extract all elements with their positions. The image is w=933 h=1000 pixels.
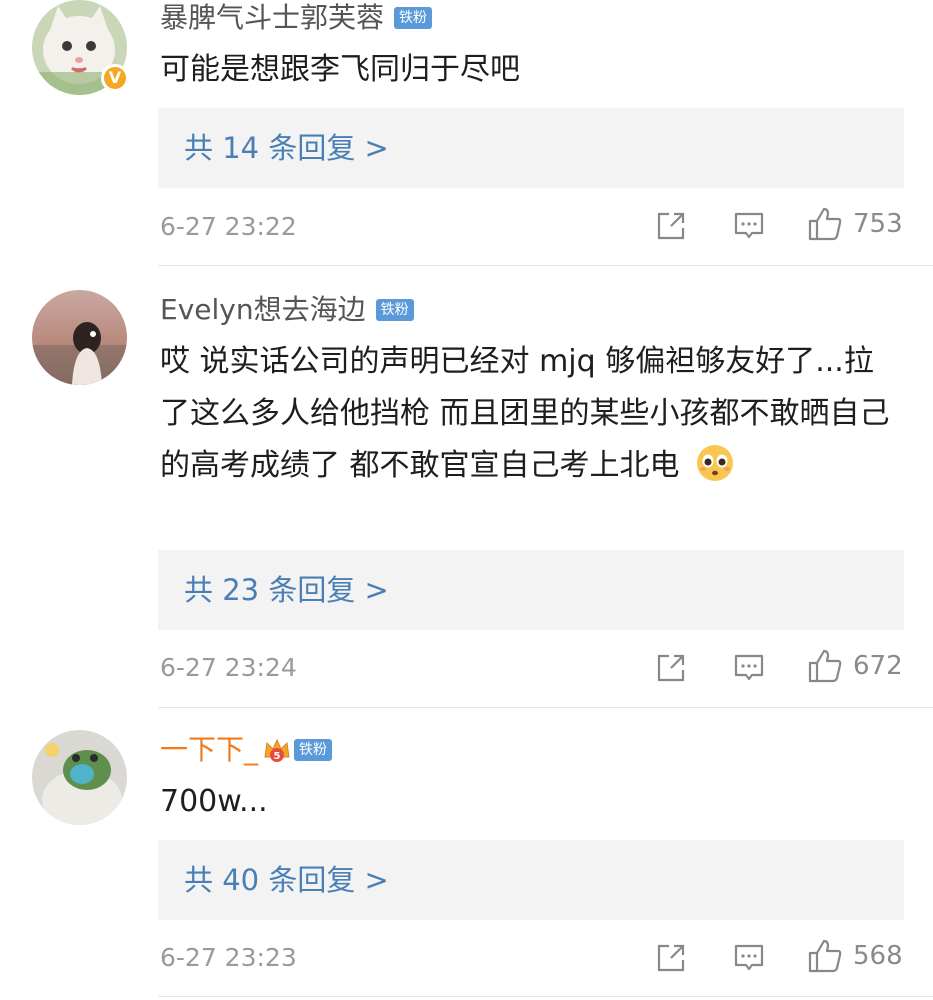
comment-time: 6-27 23:23: [160, 943, 297, 972]
comment-time: 6-27 23:24: [160, 653, 297, 682]
divider: [158, 996, 933, 997]
comment-item: Evelyn想去海边 铁粉 哎 说实话公司的声明已经对 mjq 够偏袒够友好了.…: [0, 290, 933, 707]
comment-icon: [734, 212, 764, 239]
like-count: 568: [853, 941, 903, 971]
fan-badge: 铁粉: [294, 739, 333, 761]
replies-label: 共 14 条回复 >: [184, 131, 389, 165]
avatar[interactable]: [32, 730, 127, 825]
verified-icon: V: [101, 64, 129, 92]
share-button[interactable]: [655, 942, 687, 974]
comment-icon: [734, 654, 764, 681]
username[interactable]: 一下下_ 5 铁粉: [160, 732, 333, 768]
username-text[interactable]: Evelyn想去海边: [160, 292, 366, 328]
comment-time: 6-27 23:22: [160, 212, 297, 241]
share-icon: [657, 944, 685, 972]
comment-item: 一下下_ 5 铁粉 700w... 共 40 条回复 > 6-27 23:23: [0, 730, 933, 1000]
username-text[interactable]: 暴脾气斗士郭芙蓉: [160, 0, 384, 36]
fan-badge: 铁粉: [375, 299, 414, 321]
like-icon: [808, 649, 842, 683]
comment-button[interactable]: [733, 652, 765, 684]
like-icon: [808, 207, 842, 241]
divider: [158, 265, 933, 266]
comment-text-body: 哎 说实话公司的声明已经对 mjq 够偏袒够友好了...拉了这么多人给他挡枪 而…: [160, 344, 890, 483]
fan-badge: 铁粉: [394, 7, 433, 29]
replies-label: 共 23 条回复 >: [184, 573, 389, 607]
crown-icon: 5: [264, 738, 290, 762]
like-button[interactable]: 568: [807, 938, 903, 974]
comment-text: 哎 说实话公司的声明已经对 mjq 够偏袒够友好了...拉了这么多人给他挡枪 而…: [160, 336, 900, 492]
comment-text: 700w...: [160, 784, 268, 819]
replies-button[interactable]: 共 23 条回复 >: [158, 550, 904, 630]
pleading-face-emoji: [697, 445, 734, 481]
username[interactable]: Evelyn想去海边 铁粉: [160, 292, 414, 328]
divider: [158, 707, 933, 708]
username[interactable]: 暴脾气斗士郭芙蓉 铁粉: [160, 0, 433, 36]
like-button[interactable]: 672: [807, 648, 903, 684]
replies-button[interactable]: 共 14 条回复 >: [158, 108, 904, 188]
comment-button[interactable]: [733, 210, 765, 242]
replies-label: 共 40 条回复 >: [184, 863, 389, 897]
comment-item: V 暴脾气斗士郭芙蓉 铁粉 可能是想跟李飞同归于尽吧 共 14 条回复 > 6-…: [0, 0, 933, 265]
share-button[interactable]: [655, 210, 687, 242]
like-icon: [808, 939, 842, 973]
share-icon: [657, 654, 685, 682]
share-icon: [657, 212, 685, 240]
crown-level: 5: [274, 751, 281, 762]
like-button[interactable]: 753: [807, 206, 903, 242]
avatar[interactable]: [32, 290, 127, 385]
like-count: 753: [853, 209, 903, 239]
comment-button[interactable]: [733, 942, 765, 974]
username-text[interactable]: 一下下_: [160, 732, 258, 768]
comment-text: 可能是想跟李飞同归于尽吧: [160, 52, 520, 87]
replies-button[interactable]: 共 40 条回复 >: [158, 840, 904, 920]
like-count: 672: [853, 651, 903, 681]
share-button[interactable]: [655, 652, 687, 684]
comment-icon: [734, 944, 764, 971]
